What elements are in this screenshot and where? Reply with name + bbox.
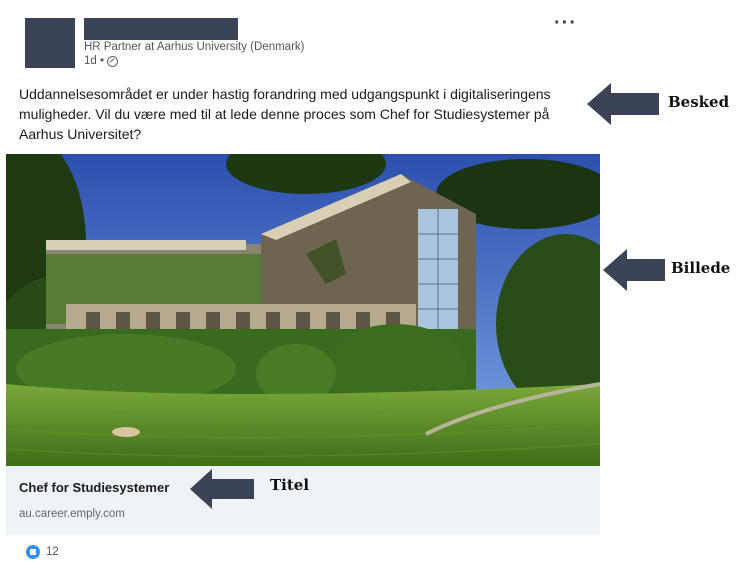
post-timestamp: 1d • — [84, 55, 105, 67]
globe-icon — [107, 55, 119, 67]
reactions-bar[interactable]: 12 — [26, 545, 59, 559]
author-avatar[interactable] — [25, 18, 75, 68]
arrow-left-icon — [190, 469, 254, 509]
like-icon — [26, 545, 40, 559]
author-headline: HR Partner at Aarhus University (Denmark… — [84, 41, 305, 53]
annotation-image-label: Billede — [671, 259, 731, 277]
link-card-title[interactable]: Chef for Studiesystemer — [19, 480, 169, 495]
post-image[interactable] — [6, 154, 600, 466]
post-meta: 1d • — [84, 55, 119, 67]
reaction-count[interactable]: 12 — [46, 546, 59, 558]
link-card-domain: au.career.emply.com — [19, 508, 125, 520]
more-options-icon[interactable]: ··· — [554, 12, 577, 35]
university-building-photo — [6, 154, 600, 466]
annotation-message-label: Besked — [668, 93, 730, 111]
arrow-left-icon — [603, 249, 665, 291]
arrow-left-icon — [587, 83, 659, 125]
post-message: Uddannelsesområdet er under hastig foran… — [19, 86, 551, 142]
annotation-title-label: Titel — [270, 476, 310, 494]
author-name-redacted[interactable] — [84, 18, 238, 40]
